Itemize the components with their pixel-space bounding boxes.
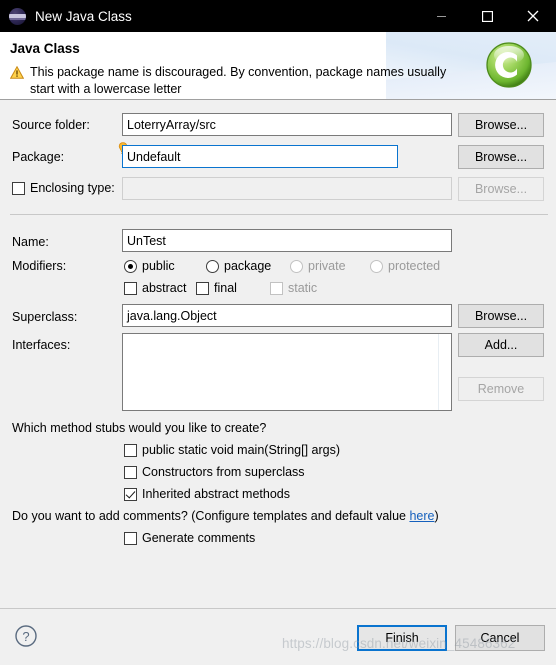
modifier-checkbox-final-label: final [214, 281, 237, 295]
warning-text: This package name is discouraged. By con… [30, 65, 447, 96]
eclipse-icon [9, 7, 26, 25]
window-controls [418, 0, 556, 32]
interfaces-remove-button: Remove [458, 377, 544, 401]
section-separator-top [10, 214, 548, 215]
package-browse-button[interactable]: Browse... [458, 145, 544, 169]
page-title: Java Class [10, 41, 80, 56]
modifier-checkbox-static-box [270, 281, 283, 295]
modifier-radio-public[interactable]: public [124, 259, 175, 273]
comments-question: Do you want to add comments? (Configure … [12, 509, 439, 523]
enclosing-type-browse-button: Browse... [458, 177, 544, 201]
modifier-checkbox-abstract[interactable]: abstract [124, 281, 186, 295]
comments-question-prefix: Do you want to add comments? (Configure … [12, 509, 410, 523]
warning-triangle-icon [9, 65, 25, 82]
generate-comments-label: Generate comments [142, 531, 256, 545]
source-folder-browse-button[interactable]: Browse... [458, 113, 544, 137]
minimize-icon[interactable] [418, 0, 464, 32]
modifier-radio-package-dot [206, 259, 219, 273]
modifier-checkbox-abstract-label: abstract [142, 281, 187, 295]
modifier-checkbox-static: static [270, 281, 317, 295]
modifier-radio-private-dot [290, 259, 303, 273]
new-java-class-dialog: New Java Class Java Class This package n… [0, 0, 556, 665]
name-input[interactable]: UnTest [122, 229, 452, 252]
modifier-radio-private: private [290, 259, 346, 273]
interfaces-list[interactable] [122, 333, 452, 411]
enclosing-type-label: Enclosing type: [30, 181, 115, 195]
modifier-radio-protected-dot [370, 259, 383, 273]
superclass-input[interactable]: java.lang.Object [122, 304, 452, 327]
modifier-radio-package-label: package [224, 259, 272, 273]
generate-comments-checkbox-box [124, 531, 137, 545]
name-label: Name: [12, 235, 49, 249]
watermark: https://blog.csdn.net/weixin_45486362 [282, 636, 516, 651]
source-folder-label: Source folder: [12, 118, 90, 132]
help-question-icon[interactable]: ? [14, 624, 38, 648]
modifier-checkbox-final-box [196, 281, 209, 295]
modifier-checkbox-abstract-box [124, 281, 137, 295]
superclass-browse-button[interactable]: Browse... [458, 304, 544, 328]
source-folder-input[interactable]: LoterryArray/src [122, 113, 452, 136]
maximize-icon[interactable] [464, 0, 510, 32]
interfaces-list-divider [438, 334, 439, 410]
java-class-green-c-icon [484, 40, 534, 90]
modifier-radio-public-dot [124, 259, 137, 273]
modifier-radio-package[interactable]: package [206, 259, 271, 273]
package-label: Package: [12, 150, 65, 164]
modifier-radio-protected-label: protected [388, 259, 441, 273]
validation-message: This package name is discouraged. By con… [9, 64, 465, 98]
modifiers-label: Modifiers: [12, 259, 67, 273]
stub-checkbox-main[interactable]: public static void main(String[] args) [124, 443, 340, 457]
stub-checkbox-main-label: public static void main(String[] args) [142, 443, 340, 457]
configure-templates-link[interactable]: here [409, 509, 434, 523]
modifier-checkbox-final[interactable]: final [196, 281, 237, 295]
modifier-checkbox-static-label: static [288, 281, 318, 295]
method-stubs-question: Which method stubs would you like to cre… [12, 421, 267, 435]
stub-checkbox-main-box [124, 443, 137, 457]
generate-comments-checkbox[interactable]: Generate comments [124, 531, 255, 545]
enclosing-type-input [122, 177, 452, 200]
package-input[interactable]: Undefault [122, 145, 398, 168]
modifier-radio-protected: protected [370, 259, 440, 273]
stub-checkbox-inherited-label: Inherited abstract methods [142, 487, 290, 501]
modifier-radio-private-label: private [308, 259, 346, 273]
stub-checkbox-constructors-box [124, 465, 137, 479]
enclosing-type-checkbox-box [12, 181, 25, 195]
stub-checkbox-inherited[interactable]: Inherited abstract methods [124, 487, 290, 501]
modifier-radio-public-label: public [142, 259, 175, 273]
footer-separator [0, 608, 556, 609]
close-icon[interactable] [510, 0, 556, 32]
stub-checkbox-constructors[interactable]: Constructors from superclass [124, 465, 305, 479]
interfaces-add-button[interactable]: Add... [458, 333, 544, 357]
stub-checkbox-constructors-label: Constructors from superclass [142, 465, 305, 479]
svg-text:?: ? [22, 629, 29, 644]
dialog-banner: Java Class This package name is discoura… [0, 32, 556, 100]
stub-checkbox-inherited-box [124, 487, 137, 501]
comments-question-suffix: ) [434, 509, 439, 523]
enclosing-type-checkbox[interactable]: Enclosing type: [12, 181, 115, 195]
superclass-label: Superclass: [12, 310, 78, 324]
interfaces-label: Interfaces: [12, 338, 71, 352]
title-bar: New Java Class [0, 0, 556, 32]
window-title: New Java Class [35, 8, 132, 24]
